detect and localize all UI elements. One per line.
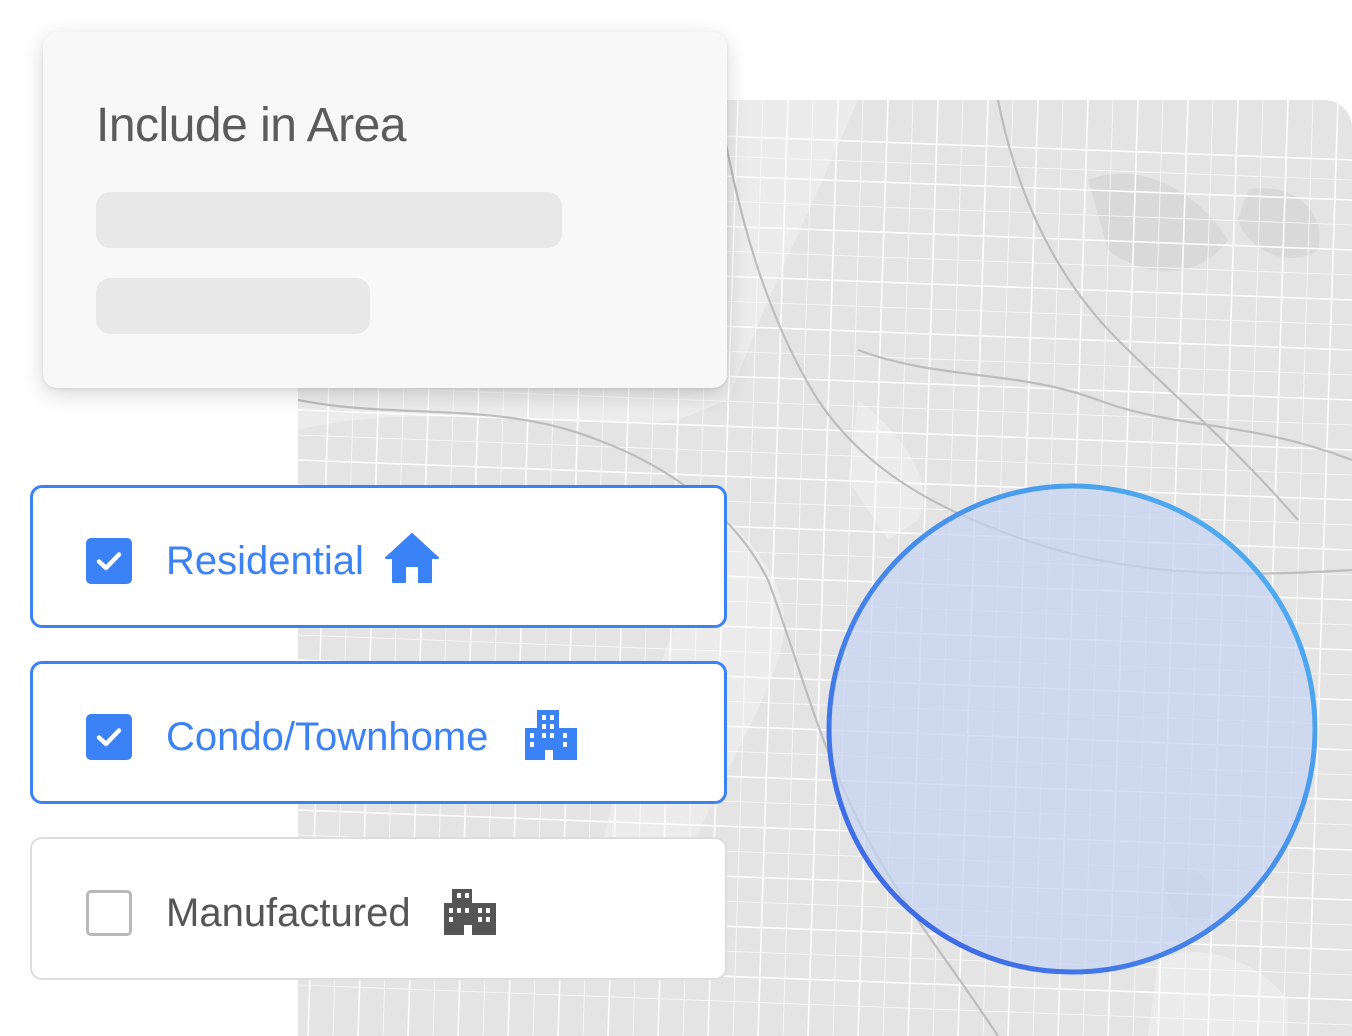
skeleton-line-short	[96, 278, 370, 334]
option-label: Residential	[166, 539, 364, 583]
option-condo-townhome[interactable]: Condo/Townhome	[30, 661, 727, 804]
skeleton-line-long	[96, 192, 562, 248]
include-in-area-card: Include in Area	[43, 32, 727, 388]
checkmark-icon	[96, 728, 122, 747]
area-card-title: Include in Area	[96, 99, 407, 152]
house-icon	[385, 533, 439, 583]
option-label: Condo/Townhome	[166, 715, 489, 759]
search-radius-circle[interactable]	[826, 483, 1318, 975]
residential-checkbox[interactable]	[86, 538, 132, 584]
manufactured-checkbox[interactable]	[86, 890, 132, 936]
building-icon	[444, 889, 496, 935]
option-label: Manufactured	[166, 891, 411, 935]
condo-townhome-checkbox[interactable]	[86, 714, 132, 760]
option-residential[interactable]: Residential	[30, 485, 727, 628]
option-manufactured[interactable]: Manufactured	[30, 837, 727, 980]
building-icon	[525, 710, 577, 760]
checkmark-icon	[96, 552, 122, 571]
